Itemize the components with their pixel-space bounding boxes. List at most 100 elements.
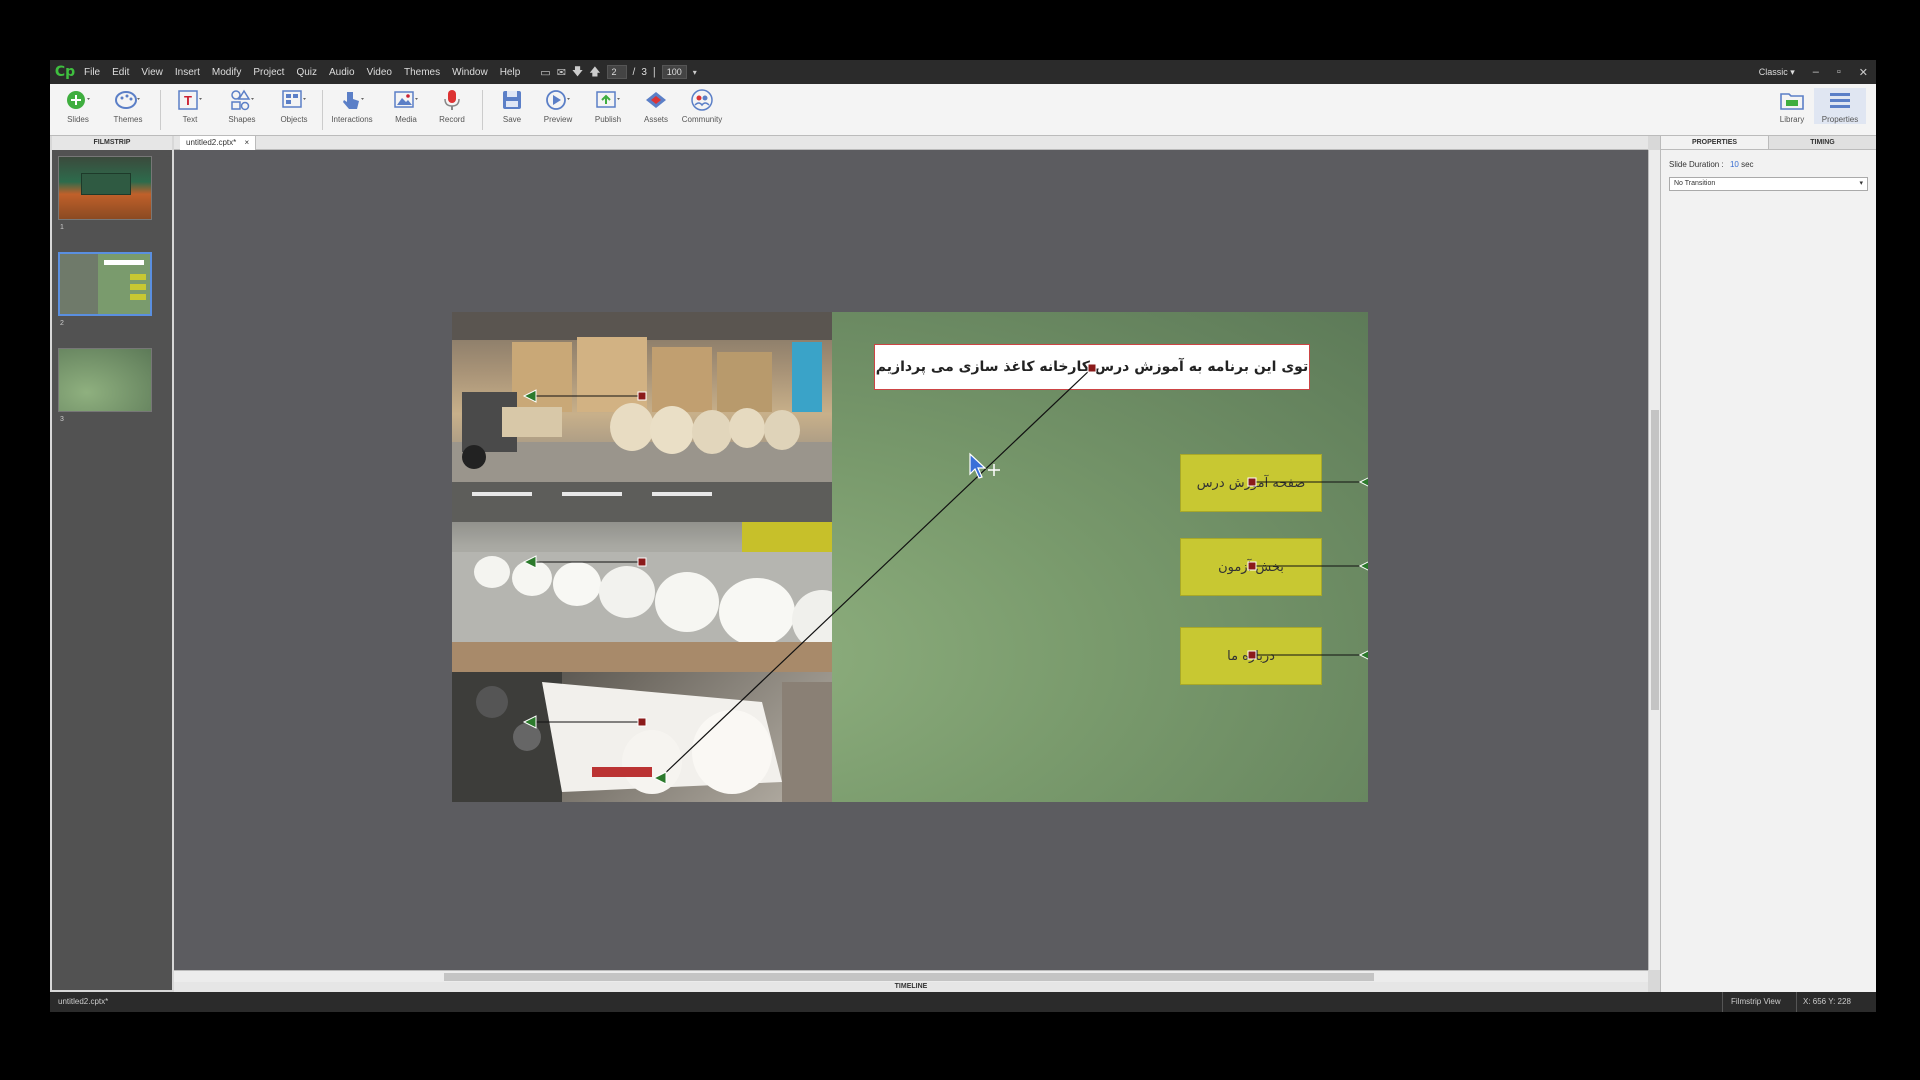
close-icon[interactable]: ✕ [1859, 66, 1868, 79]
path-end-handle[interactable] [1087, 363, 1097, 373]
path-start-handle[interactable] [1358, 476, 1368, 488]
slide-thumbnail-2[interactable] [58, 252, 152, 316]
workspace-label: Classic [1758, 66, 1788, 77]
path-end-handle[interactable] [1247, 561, 1257, 571]
horizontal-scrollbar[interactable] [174, 970, 1648, 982]
menu-view[interactable]: View [135, 67, 169, 78]
record-label: Record [439, 115, 465, 124]
path-end-handle[interactable] [637, 557, 647, 567]
filmstrip-panel: FILMSTRIP 1 2 3 [52, 136, 172, 990]
thumbnail-button [130, 284, 146, 290]
properties-button[interactable]: Properties [1814, 88, 1866, 124]
zoom-select[interactable]: 100 [661, 65, 687, 79]
slide-thumbnail-3[interactable] [58, 348, 152, 412]
menu-quiz[interactable]: Quiz [290, 67, 323, 78]
transition-select[interactable]: No Transition ▾ [1669, 177, 1868, 191]
record-button[interactable]: Record [426, 88, 478, 124]
menu-themes[interactable]: Themes [398, 67, 446, 78]
save-button[interactable]: Save [486, 88, 538, 124]
library-label: Library [1779, 115, 1805, 124]
properties-panel: PROPERTIES TIMING Slide Duration : 10 se… [1660, 136, 1876, 992]
play-icon [545, 88, 571, 112]
menu-help[interactable]: Help [494, 67, 527, 78]
vertical-scroll-thumb[interactable] [1651, 410, 1659, 710]
properties-label: Properties [1821, 115, 1859, 124]
image-icon [393, 88, 419, 112]
window-controls: Classic ▾ – ▫ ✕ [1759, 60, 1868, 84]
path-start-handle[interactable] [522, 555, 537, 569]
status-view-mode: Filmstrip View [1722, 992, 1781, 1012]
tab-timing[interactable]: TIMING [1769, 136, 1876, 149]
themes-button[interactable]: Themes [102, 88, 154, 124]
menu-video[interactable]: Video [361, 67, 398, 78]
document-tab-bar: untitled2.cptx* × [174, 136, 1648, 150]
menu-file[interactable]: File [78, 67, 106, 78]
menu-edit[interactable]: Edit [106, 67, 135, 78]
svg-text:T: T [184, 93, 192, 108]
slide-number-input[interactable]: 2 [606, 65, 627, 79]
vertical-scrollbar[interactable] [1648, 150, 1660, 970]
main-toolbar: Slides Themes T Text Shapes Objects Inte… [50, 84, 1876, 136]
menu-window[interactable]: Window [446, 67, 494, 78]
mail-icon[interactable]: ✉ [557, 66, 566, 79]
palette-icon [115, 88, 141, 112]
thumbnail-button [130, 274, 146, 280]
motion-paths-overlay [522, 363, 1368, 785]
themes-label: Themes [113, 115, 143, 124]
menu-bar: Cp File Edit View Insert Modify Project … [50, 60, 1876, 84]
hand-pointer-icon [339, 88, 365, 112]
slide-thumbnail-1[interactable] [58, 156, 152, 220]
stage-canvas[interactable]: توی این برنامه به آموزش درس کارخانه کاغذ… [174, 150, 1648, 970]
text-button[interactable]: T Text [164, 88, 216, 124]
properties-tabs: PROPERTIES TIMING [1661, 136, 1876, 150]
slide-duration-row: Slide Duration : 10 sec [1669, 160, 1868, 169]
horizontal-scroll-thumb[interactable] [444, 973, 1374, 981]
assets-button[interactable]: Assets [630, 88, 682, 124]
thumbnail-board [81, 173, 131, 195]
menu-project[interactable]: Project [247, 67, 290, 78]
chevron-down-icon: ▾ [1859, 180, 1863, 187]
path-start-handle[interactable] [522, 389, 537, 403]
community-button[interactable]: Community [676, 88, 728, 124]
slide-duration-input[interactable]: 10 [1730, 160, 1739, 169]
library-button[interactable]: Library [1766, 88, 1818, 124]
tab-properties[interactable]: PROPERTIES [1661, 136, 1769, 149]
close-tab-icon[interactable]: × [245, 138, 250, 147]
microphone-icon [439, 88, 465, 112]
community-label: Community [681, 115, 723, 124]
path-end-handle[interactable] [1247, 477, 1257, 487]
path-start-handle[interactable] [652, 771, 667, 785]
properties-icon [1827, 88, 1853, 112]
path-end-handle[interactable] [1247, 650, 1257, 660]
document-tab[interactable]: untitled2.cptx* × [180, 136, 257, 150]
menu-insert[interactable]: Insert [169, 67, 206, 78]
interactions-button[interactable]: Interactions [326, 88, 378, 124]
save-icon [499, 88, 525, 112]
publish-button[interactable]: Publish [582, 88, 634, 124]
slides-button[interactable]: Slides [52, 88, 104, 124]
monitor-icon[interactable]: ▭ [540, 66, 550, 79]
arrow-down-icon[interactable]: 🡇 [572, 63, 583, 82]
arrow-up-icon[interactable]: 🡅 [589, 63, 600, 82]
minimize-icon[interactable]: – [1813, 66, 1819, 78]
media-button[interactable]: Media [380, 88, 432, 124]
objects-button[interactable]: Objects [268, 88, 320, 124]
path-end-handle[interactable] [637, 717, 647, 727]
path-start-handle[interactable] [1358, 560, 1368, 572]
slide-2[interactable]: توی این برنامه به آموزش درس کارخانه کاغذ… [452, 312, 1368, 802]
slide-number-1: 1 [60, 224, 64, 231]
path-start-handle[interactable] [1358, 649, 1368, 661]
menu-modify[interactable]: Modify [206, 67, 247, 78]
chevron-down-icon[interactable]: ▾ [693, 68, 697, 77]
menu-audio[interactable]: Audio [323, 67, 361, 78]
motion-path-line[interactable] [659, 367, 1093, 779]
mouse-cursor-icon [969, 452, 1000, 479]
save-label: Save [502, 115, 522, 124]
path-start-handle[interactable] [522, 715, 537, 729]
path-end-handle[interactable] [637, 391, 647, 401]
shapes-button[interactable]: Shapes [216, 88, 268, 124]
maximize-icon[interactable]: ▫ [1837, 66, 1841, 78]
timeline-toggle[interactable]: TIMELINE [174, 982, 1648, 992]
workspace-switcher[interactable]: Classic ▾ [1759, 67, 1795, 78]
preview-button[interactable]: Preview [532, 88, 584, 124]
